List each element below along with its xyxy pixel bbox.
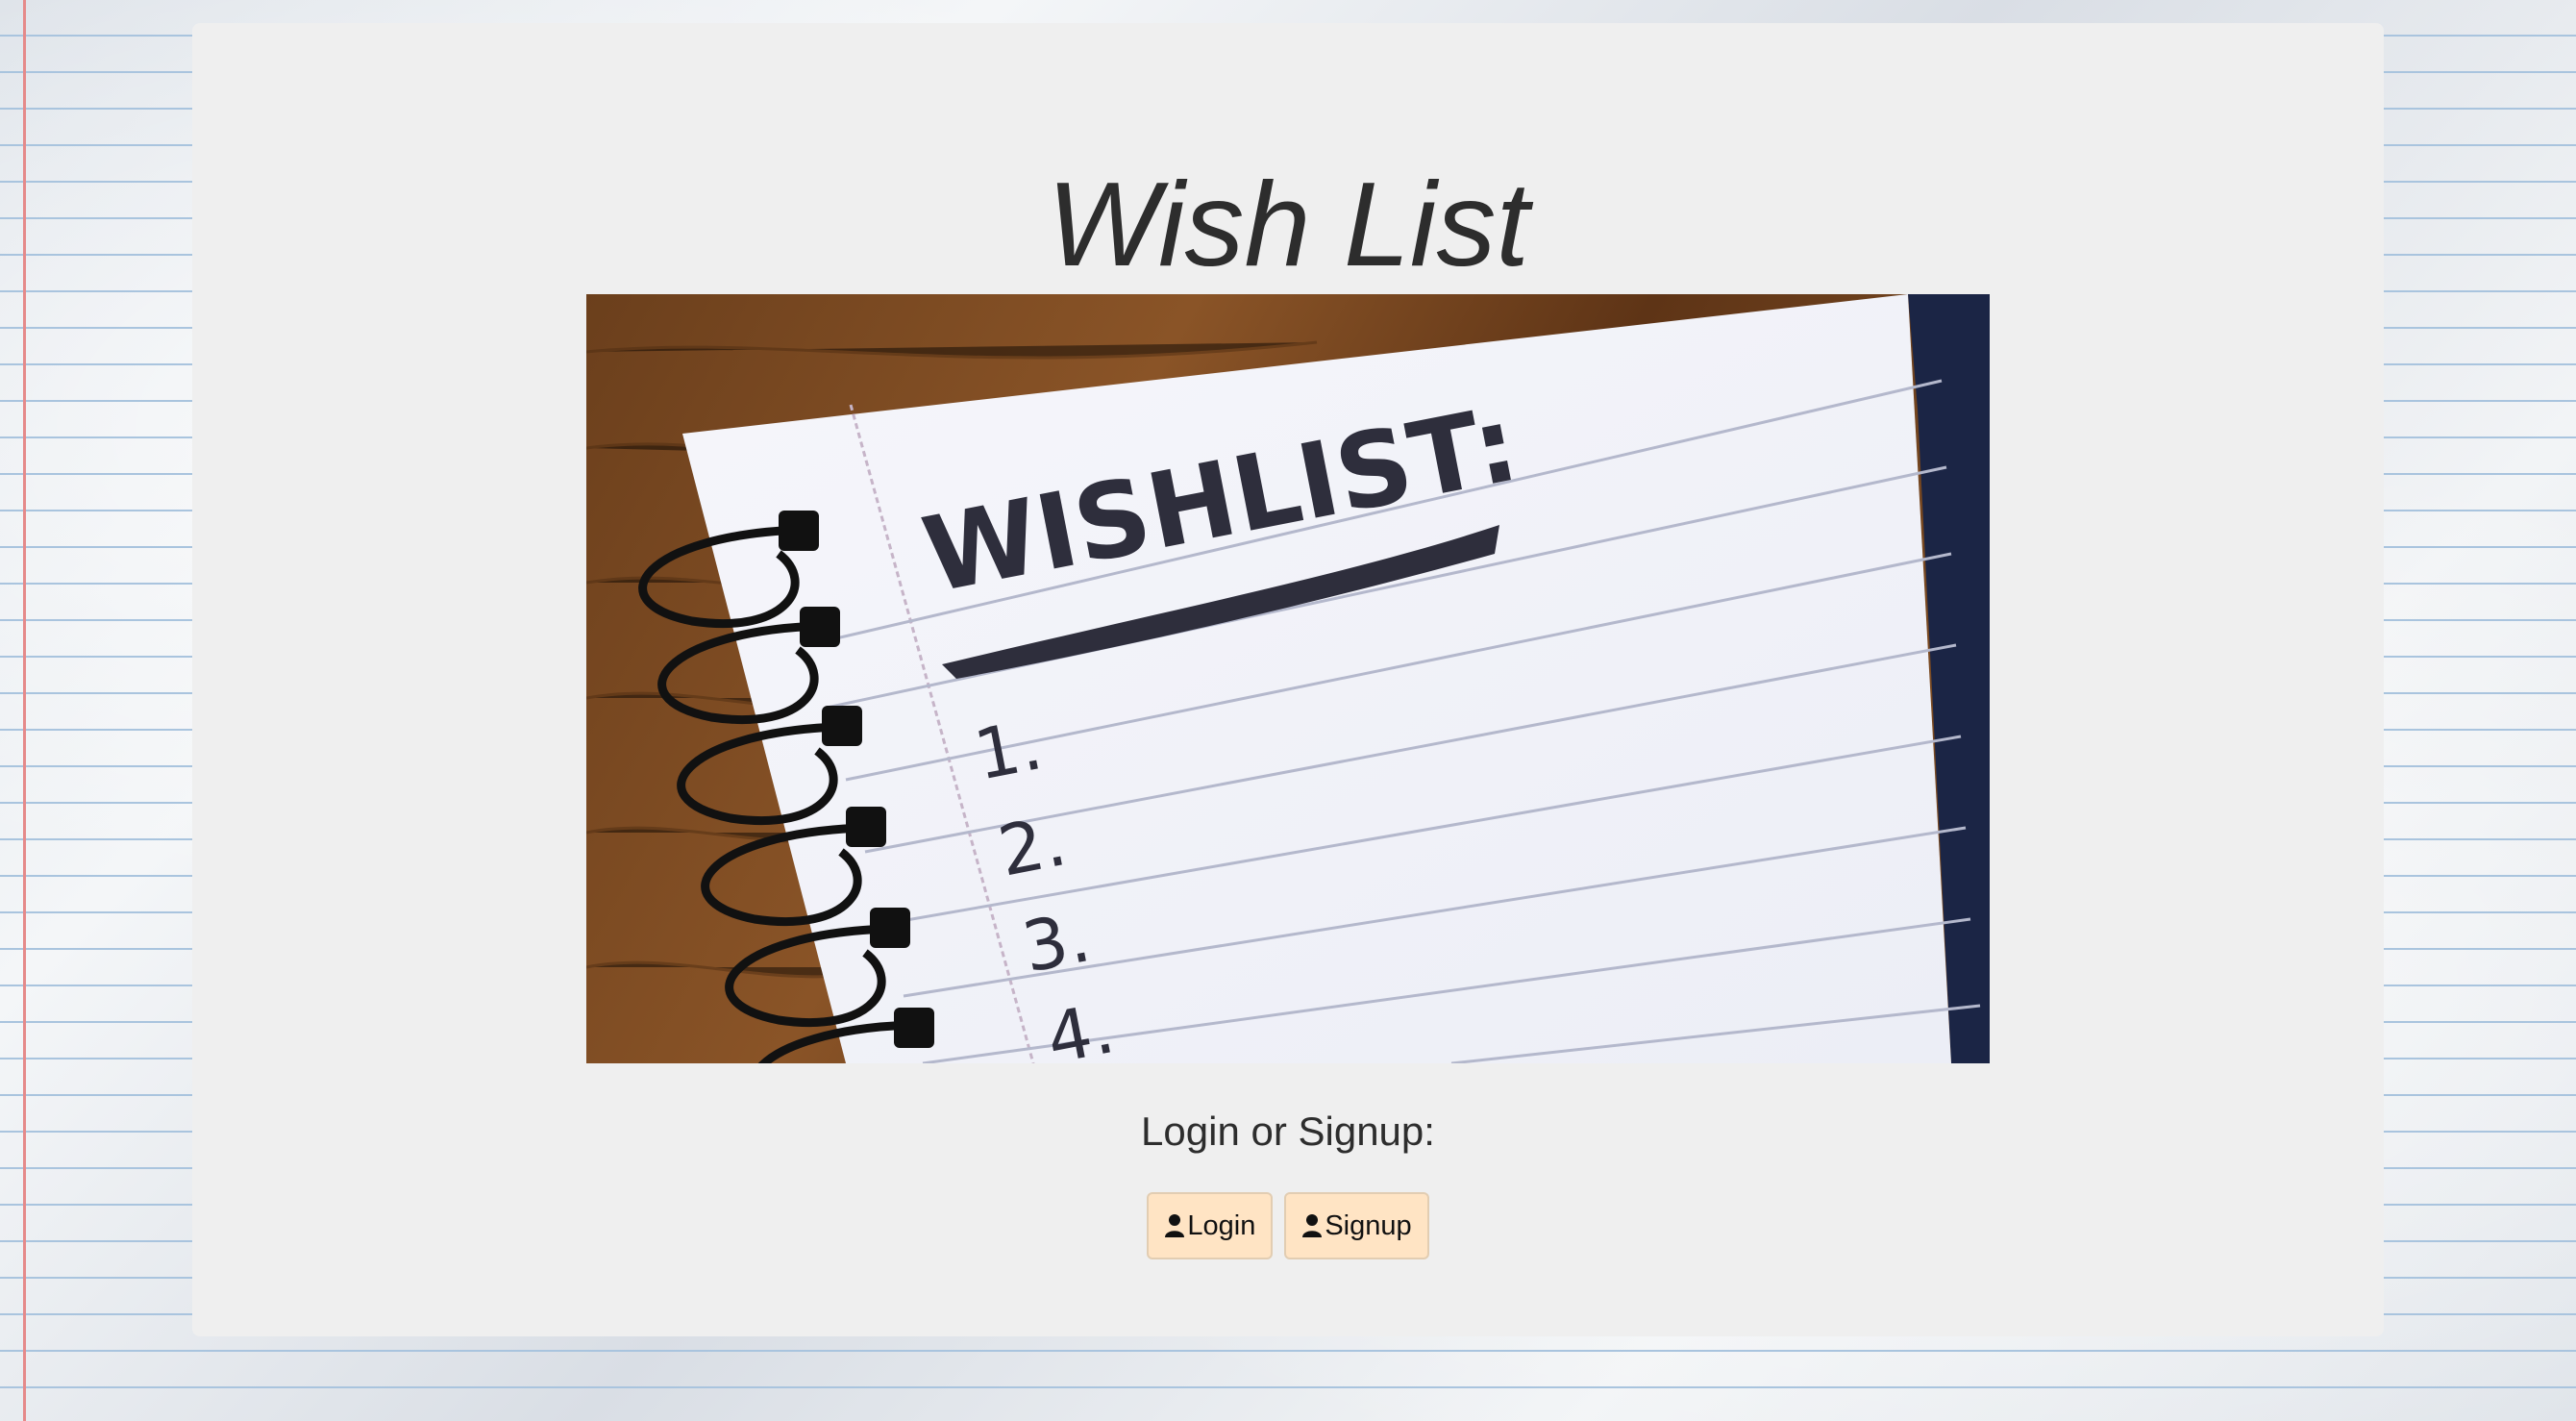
main-card: Wish List WISHLIST: 1. 2. 3. 4. Login or… (192, 23, 2384, 1336)
auth-buttons: Login Signup (192, 1192, 2384, 1259)
page-title: Wish List (1047, 159, 1529, 291)
login-button-label: Login (1187, 1209, 1256, 1241)
user-icon (1301, 1213, 1323, 1238)
signup-button-label: Signup (1325, 1209, 1412, 1241)
login-button[interactable]: Login (1147, 1192, 1274, 1259)
signup-button[interactable]: Signup (1284, 1192, 1429, 1259)
auth-prompt: Login or Signup: (1141, 1109, 1435, 1154)
wishlist-hero-image: WISHLIST: 1. 2. 3. 4. (586, 294, 1990, 1063)
user-icon (1164, 1213, 1185, 1238)
